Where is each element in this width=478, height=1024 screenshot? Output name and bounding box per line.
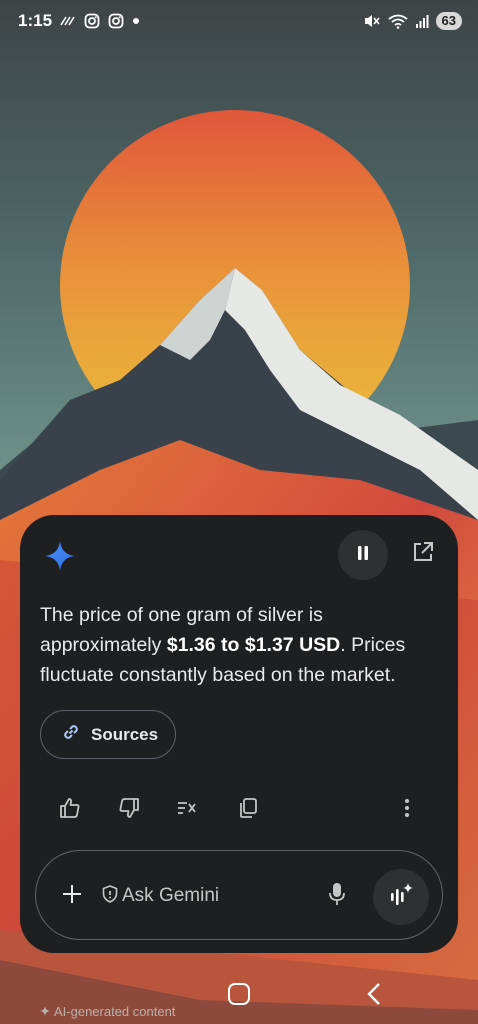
microphone-icon: [328, 882, 346, 911]
sources-button[interactable]: Sources: [40, 710, 176, 759]
copy-icon: [238, 797, 258, 824]
pause-button[interactable]: [338, 530, 388, 580]
thumbs-up-button[interactable]: [50, 790, 90, 830]
thumbs-down-icon: [118, 797, 140, 824]
response-price-highlight: $1.36 to $1.37 USD: [166, 634, 341, 656]
more-options-button[interactable]: [387, 790, 427, 830]
add-attachment-button[interactable]: [52, 876, 92, 916]
open-external-icon: [412, 541, 434, 568]
sources-label: Sources: [91, 724, 159, 744]
voice-input-button[interactable]: [317, 876, 357, 916]
battery-level: 63: [435, 12, 462, 30]
response-text: The price of one gram of silver is appro…: [40, 600, 440, 690]
card-header: [20, 515, 458, 595]
dot-icon: [132, 17, 140, 25]
thumbs-down-button[interactable]: [109, 790, 149, 830]
ai-sparkle-icon: [40, 1004, 50, 1019]
tiktok-icon: [60, 15, 76, 27]
shield-icon: [102, 884, 118, 908]
thumbs-up-icon: [59, 797, 81, 824]
ask-gemini-input[interactable]: Ask Gemini: [102, 876, 312, 916]
instagram-icon: [108, 13, 124, 29]
link-icon: [61, 722, 81, 747]
ai-note-text: AI-generated content: [54, 1004, 176, 1019]
ai-generated-note: AI-generated content: [40, 1004, 175, 1019]
more-vert-icon: [404, 798, 410, 823]
wifi-icon: [387, 13, 408, 29]
back-chevron-icon: [364, 983, 384, 1010]
double-check-icon: [176, 798, 200, 823]
plus-icon: [61, 883, 83, 910]
gemini-live-button[interactable]: [373, 869, 429, 925]
response-actions: [20, 790, 458, 830]
status-time: 1:15: [18, 11, 53, 30]
gemini-sparkle-icon: [44, 540, 76, 572]
live-sparkle-icon: [388, 882, 414, 913]
status-bar: 1:15 63: [0, 0, 478, 42]
nav-back-button[interactable]: [364, 982, 384, 1006]
copy-button[interactable]: [228, 790, 268, 830]
gemini-response-card: The price of one gram of silver is appro…: [20, 515, 458, 953]
nav-home-button[interactable]: [228, 983, 250, 1005]
modify-response-button[interactable]: [168, 790, 208, 830]
mute-icon: [363, 13, 381, 29]
signal-icon: [415, 13, 429, 29]
instagram-icon: [84, 13, 100, 29]
ask-gemini-placeholder: Ask Gemini: [122, 885, 220, 906]
pause-icon: [356, 545, 370, 566]
open-in-app-button[interactable]: [408, 539, 438, 569]
prompt-input-bar: Ask Gemini: [35, 850, 443, 940]
